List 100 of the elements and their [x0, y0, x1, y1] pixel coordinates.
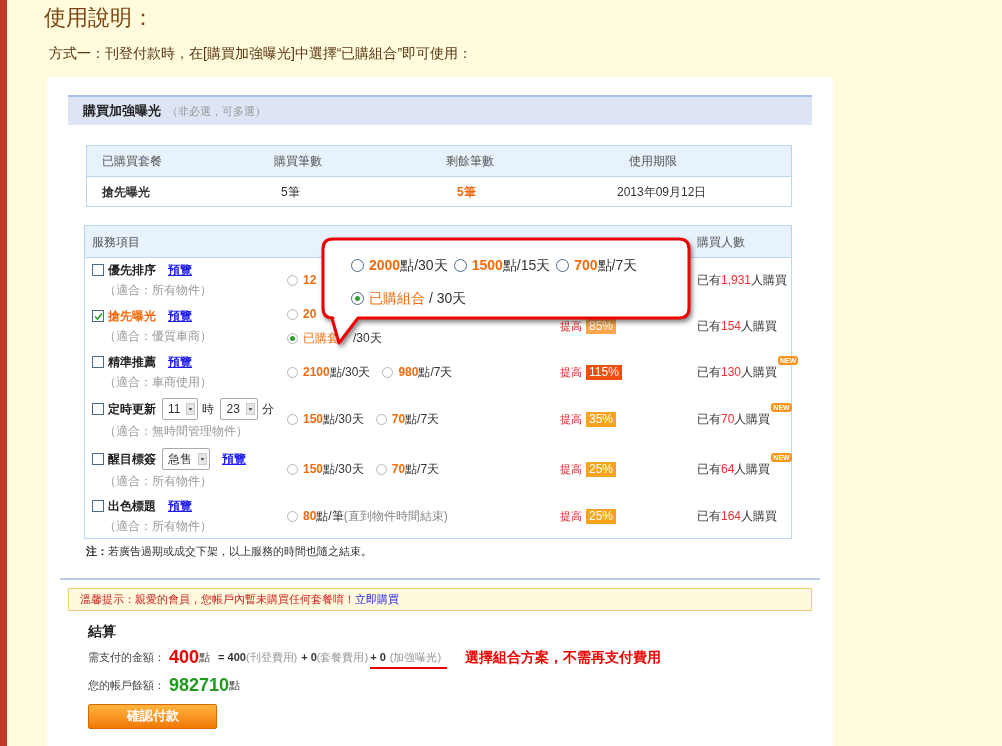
dropdown[interactable]: 11 [162, 398, 199, 420]
radio-button[interactable] [287, 510, 298, 522]
boost-badge: 25% [586, 461, 617, 477]
radio-button[interactable] [287, 332, 298, 344]
price-option-label: 12 [303, 272, 317, 289]
radio-button[interactable] [375, 413, 387, 425]
fee-value: + 0 [301, 649, 317, 665]
radio-button[interactable] [287, 366, 298, 378]
buyer-count: 已有164人購買 [697, 508, 778, 525]
table-cell-text: 搶先曝光 [101, 183, 151, 201]
settlement-title: 結算 [88, 621, 117, 641]
column-header: 購買筆數 [273, 153, 323, 170]
price-option-label: 80點/筆(直到物件時間結束) [303, 508, 448, 525]
check-icon [93, 311, 103, 321]
service-name: 精準推薦 [108, 354, 156, 371]
preview-link[interactable]: 預覽 [168, 497, 192, 515]
payable-amount: 400 [169, 645, 200, 669]
table-cell-text: 5筆 [456, 183, 477, 201]
preview-link[interactable]: 預覽 [222, 450, 246, 468]
boost-badge: 35% [586, 411, 617, 427]
price-option-label: 2100點/30天 [303, 364, 371, 381]
price-option-label: 700點/7天 [574, 256, 638, 275]
service-name: 定時更新 [108, 401, 156, 418]
radio-button[interactable] [287, 413, 298, 425]
preview-link[interactable]: 預覽 [168, 307, 192, 325]
service-name: 出色標題 [108, 498, 156, 515]
boost-label: 提高 [560, 318, 582, 334]
buyer-count: 已有1,931人購買 [697, 272, 788, 289]
boost-label: 提高 [560, 508, 582, 524]
service-name: 優先排序 [108, 262, 156, 279]
price-option-label: 70點/7天 [391, 461, 440, 478]
buyer-count: 已有130人購買 [697, 364, 778, 381]
checkbox[interactable] [92, 403, 104, 415]
buyer-count: 已有64人購買 [697, 461, 771, 478]
scope-text: （適合：無時間管理物件） [103, 423, 249, 440]
boost-label: 提高 [560, 364, 582, 380]
fee-value: + 0 [370, 650, 386, 666]
checkbox[interactable] [92, 264, 104, 276]
notice-text: 溫馨提示：親愛的會員，您帳戶內暫未購買任何套餐唷！ [80, 591, 355, 607]
boost-badge: 115% [586, 364, 622, 380]
dropdown[interactable]: 急售 [162, 448, 210, 470]
checkbox[interactable] [92, 500, 104, 512]
column-header: 使用期限 [628, 153, 678, 170]
price-option-label: 980點/7天 [398, 364, 453, 381]
checkbox[interactable] [92, 356, 104, 368]
column-header: 剩餘筆數 [445, 153, 495, 170]
fee-note: (刊登費用) [245, 649, 298, 665]
caret-icon [198, 453, 207, 465]
boost-label: 提高 [560, 461, 582, 477]
buyer-count: 已有70人購買 [697, 411, 771, 428]
boost-badge: 25% [586, 508, 617, 524]
preview-link[interactable]: 預覽 [168, 261, 192, 279]
unit-label: 分 [261, 401, 274, 418]
fee-value: = 400 [218, 649, 246, 665]
radio-button[interactable] [287, 274, 298, 286]
price-option-label: 70點/7天 [391, 411, 440, 428]
scope-text: （適合：所有物件） [103, 473, 213, 490]
price-option-label: 150點/30天 [303, 461, 364, 478]
service-name: 醒目標簽 [108, 451, 156, 468]
service-name: 搶先曝光 [108, 308, 156, 325]
scope-text: （適合：所有物件） [103, 518, 213, 535]
unit-label: 點 [229, 677, 241, 693]
checkbox[interactable] [92, 310, 104, 322]
column-header: 購買人數 [697, 234, 745, 249]
package-option-label: 已購組合 / 30天 [369, 289, 467, 308]
buy-now-link[interactable]: 立即購買 [355, 590, 399, 608]
balance-amount: 982710 [169, 673, 230, 697]
price-option-label: 1500點/15天 [471, 256, 551, 275]
section-hint: （非必選，可多選） [167, 103, 266, 119]
boost-label: 提高 [560, 411, 582, 427]
balance-label: 您的帳戶餘額： [88, 677, 165, 693]
checkbox[interactable] [92, 453, 104, 465]
unit-label: 時 [202, 401, 215, 418]
footnote: 注：若廣告過期或成交下架，以上服務的時間也隨之結束。 [86, 544, 373, 559]
table-cell-text: 2013年09月12日 [616, 183, 708, 201]
fee-note: (套餐費用) [316, 649, 369, 665]
radio-button[interactable] [375, 463, 387, 475]
fee-note: (加強曝光) [389, 650, 442, 666]
payable-label: 需支付的金額： [88, 649, 165, 665]
radio-button[interactable] [287, 308, 298, 320]
radio-button[interactable] [287, 463, 298, 475]
scope-text: （適合：所有物件） [103, 282, 213, 299]
radio-button[interactable] [382, 366, 394, 378]
unit-label: 點 [199, 649, 211, 665]
price-option-label: 20 [303, 306, 317, 323]
dropdown[interactable]: 23 [220, 398, 258, 420]
column-header: 服務項目 [92, 234, 140, 249]
section-title: 購買加強曝光 [83, 102, 161, 121]
table-cell-text: 5筆 [280, 183, 301, 201]
price-option-label: 2000點/30天 [369, 256, 448, 275]
caret-icon [186, 403, 196, 415]
annotation-text: 選擇組合方案，不需再支付費用 [465, 647, 662, 667]
buyer-count: 已有154人購買 [697, 318, 778, 335]
caret-icon [245, 403, 255, 415]
scope-text: （適合：車商使用） [103, 374, 213, 391]
column-header: 已購買套餐 [101, 153, 163, 170]
instruction-text: 方式一：刊登付款時，在[購買加強曝光]中選擇“已購組合”即可使用： [49, 44, 474, 62]
scope-text: （適合：優質車商） [103, 328, 213, 345]
preview-link[interactable]: 預覽 [168, 353, 192, 371]
price-option-label: 150點/30天 [303, 411, 364, 428]
